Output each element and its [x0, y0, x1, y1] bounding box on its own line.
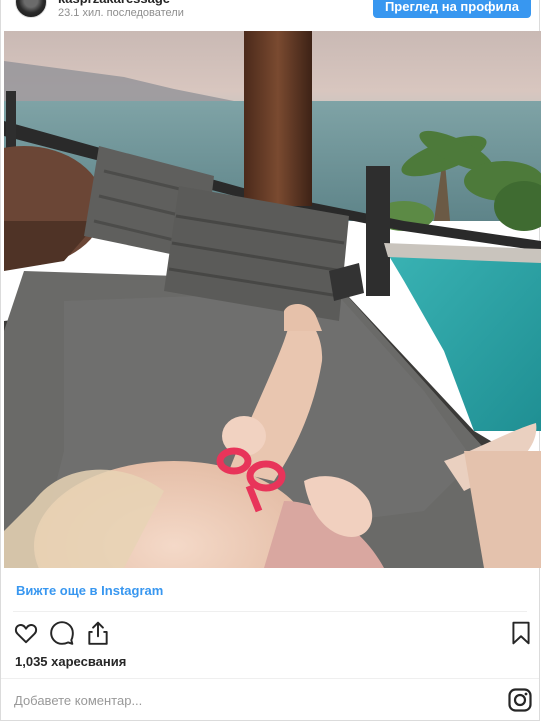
divider: [1, 678, 539, 679]
post-photo[interactable]: [4, 31, 541, 568]
like-count[interactable]: 1,035 харесвания: [15, 654, 126, 670]
heart-icon[interactable]: [13, 620, 39, 646]
post-header: kasprzakaressage 23.1 хил. последователи…: [1, 0, 541, 30]
follower-count: 23.1 хил. последователи: [58, 7, 184, 19]
instagram-logo-icon[interactable]: [508, 688, 532, 712]
comment-icon[interactable]: [49, 620, 75, 646]
avatar[interactable]: [15, 0, 47, 18]
bookmark-icon[interactable]: [508, 620, 534, 646]
share-icon[interactable]: [85, 620, 111, 646]
view-profile-button[interactable]: Преглед на профила: [373, 0, 531, 18]
photo-illustration: [4, 31, 541, 568]
view-more-on-instagram-link[interactable]: Вижте още в Instagram: [16, 582, 163, 600]
divider: [13, 611, 527, 612]
comment-input[interactable]: [14, 690, 484, 710]
instagram-embed-card: kasprzakaressage 23.1 хил. последователи…: [0, 0, 541, 721]
